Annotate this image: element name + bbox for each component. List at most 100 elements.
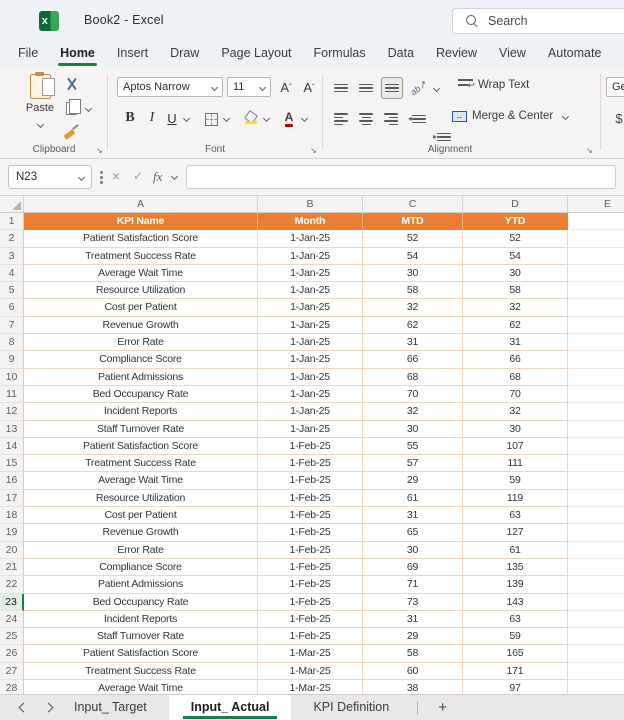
decrease-indent-button[interactable]: ◂ (409, 110, 429, 128)
cell-B2[interactable]: 1-Jan-25 (258, 230, 363, 247)
align-left-button[interactable] (331, 110, 351, 128)
cell-B7[interactable]: 1-Jan-25 (258, 317, 363, 334)
cell-A16[interactable]: Average Wait Time (24, 472, 258, 489)
row-header-22[interactable]: 22 (0, 576, 24, 593)
cell-B5[interactable]: 1-Jan-25 (258, 282, 363, 299)
cell-D18[interactable]: 63 (463, 507, 568, 524)
paste-dropdown-icon[interactable] (36, 121, 43, 128)
bottom-align-button[interactable] (381, 77, 403, 99)
cell-B13[interactable]: 1-Jan-25 (258, 421, 363, 438)
cell-E12[interactable] (568, 403, 624, 420)
clipboard-dialog-launcher-icon[interactable] (96, 146, 103, 155)
ribbon-tab-page-layout[interactable]: Page Layout (210, 42, 302, 66)
cell-A2[interactable]: Patient Satisfaction Score (24, 230, 258, 247)
cell-D26[interactable]: 165 (463, 645, 568, 662)
column-header-C[interactable]: C (363, 196, 463, 212)
cell-E17[interactable] (568, 490, 624, 507)
ribbon-tab-draw[interactable]: Draw (159, 42, 210, 66)
cell-B8[interactable]: 1-Jan-25 (258, 334, 363, 351)
italic-button[interactable]: I (144, 108, 160, 128)
bold-button[interactable]: B (121, 108, 139, 128)
add-sheet-button[interactable]: + (438, 699, 447, 716)
cell-D20[interactable]: 61 (463, 542, 568, 559)
row-header-9[interactable]: 9 (0, 351, 24, 368)
cell-B12[interactable]: 1-Jan-25 (258, 403, 363, 420)
cell-A6[interactable]: Cost per Patient (24, 299, 258, 316)
column-header-B[interactable]: B (258, 196, 363, 212)
cell-A17[interactable]: Resource Utilization (24, 490, 258, 507)
cell-A1[interactable]: KPI Name (24, 213, 258, 230)
cell-A4[interactable]: Average Wait Time (24, 265, 258, 282)
cell-D22[interactable]: 139 (463, 576, 568, 593)
cell-C3[interactable]: 54 (363, 248, 463, 265)
row-header-20[interactable]: 20 (0, 542, 24, 559)
cell-C1[interactable]: MTD (363, 213, 463, 230)
font-color-dropdown-icon[interactable] (301, 115, 308, 122)
cell-C12[interactable]: 32 (363, 403, 463, 420)
cell-A11[interactable]: Bed Occupancy Rate (24, 386, 258, 403)
cell-D11[interactable]: 70 (463, 386, 568, 403)
cell-E23[interactable] (568, 594, 624, 611)
cell-E8[interactable] (568, 334, 624, 351)
cell-B21[interactable]: 1-Feb-25 (258, 559, 363, 576)
row-header-11[interactable]: 11 (0, 386, 24, 403)
cell-D8[interactable]: 31 (463, 334, 568, 351)
borders-dropdown-icon[interactable] (223, 115, 230, 122)
cell-D4[interactable]: 30 (463, 265, 568, 282)
formula-input[interactable] (186, 165, 616, 189)
cell-D14[interactable]: 107 (463, 438, 568, 455)
cell-B11[interactable]: 1-Jan-25 (258, 386, 363, 403)
cell-C16[interactable]: 29 (363, 472, 463, 489)
row-header-3[interactable]: 3 (0, 248, 24, 265)
align-right-button[interactable] (381, 110, 401, 128)
sheet-tab-input-actual[interactable]: Input_ Actual (169, 695, 292, 720)
cell-C7[interactable]: 62 (363, 317, 463, 334)
cell-C11[interactable]: 70 (363, 386, 463, 403)
cell-E16[interactable] (568, 472, 624, 489)
cell-B9[interactable]: 1-Jan-25 (258, 351, 363, 368)
row-header-4[interactable]: 4 (0, 265, 24, 282)
prev-sheet-icon[interactable] (19, 703, 29, 713)
cell-C27[interactable]: 60 (363, 663, 463, 680)
cell-B19[interactable]: 1-Feb-25 (258, 524, 363, 541)
cell-A9[interactable]: Compliance Score (24, 351, 258, 368)
font-name-combo[interactable]: Aptos Narrow (117, 77, 223, 97)
cell-D23[interactable]: 143 (463, 594, 568, 611)
cell-D25[interactable]: 59 (463, 628, 568, 645)
cell-E27[interactable] (568, 663, 624, 680)
row-header-23[interactable]: 23 (0, 594, 24, 611)
cell-B22[interactable]: 1-Feb-25 (258, 576, 363, 593)
ribbon-tab-data[interactable]: Data (377, 42, 425, 66)
cell-E14[interactable] (568, 438, 624, 455)
cell-E10[interactable] (568, 369, 624, 386)
cell-D7[interactable]: 62 (463, 317, 568, 334)
search-box[interactable]: Search (452, 8, 624, 34)
column-header-A[interactable]: A (24, 196, 258, 212)
ribbon-tab-home[interactable]: Home (49, 42, 106, 66)
cancel-icon[interactable] (112, 168, 120, 184)
row-header-21[interactable]: 21 (0, 559, 24, 576)
cell-D27[interactable]: 171 (463, 663, 568, 680)
cell-A12[interactable]: Incident Reports (24, 403, 258, 420)
cell-B6[interactable]: 1-Jan-25 (258, 299, 363, 316)
cell-A24[interactable]: Incident Reports (24, 611, 258, 628)
cell-E19[interactable] (568, 524, 624, 541)
cell-D5[interactable]: 58 (463, 282, 568, 299)
cell-C19[interactable]: 65 (363, 524, 463, 541)
copy-dropdown-icon[interactable] (85, 105, 92, 112)
cell-A22[interactable]: Patient Admissions (24, 576, 258, 593)
cell-E22[interactable] (568, 576, 624, 593)
cell-A15[interactable]: Treatment Success Rate (24, 455, 258, 472)
cell-A8[interactable]: Error Rate (24, 334, 258, 351)
row-header-19[interactable]: 19 (0, 524, 24, 541)
cell-E26[interactable] (568, 645, 624, 662)
cell-A25[interactable]: Staff Turnover Rate (24, 628, 258, 645)
row-header-2[interactable]: 2 (0, 230, 24, 247)
cell-E2[interactable] (568, 230, 624, 247)
cell-C2[interactable]: 52 (363, 230, 463, 247)
row-header-6[interactable]: 6 (0, 299, 24, 316)
row-header-17[interactable]: 17 (0, 490, 24, 507)
cell-C18[interactable]: 31 (363, 507, 463, 524)
row-header-5[interactable]: 5 (0, 282, 24, 299)
cell-E21[interactable] (568, 559, 624, 576)
